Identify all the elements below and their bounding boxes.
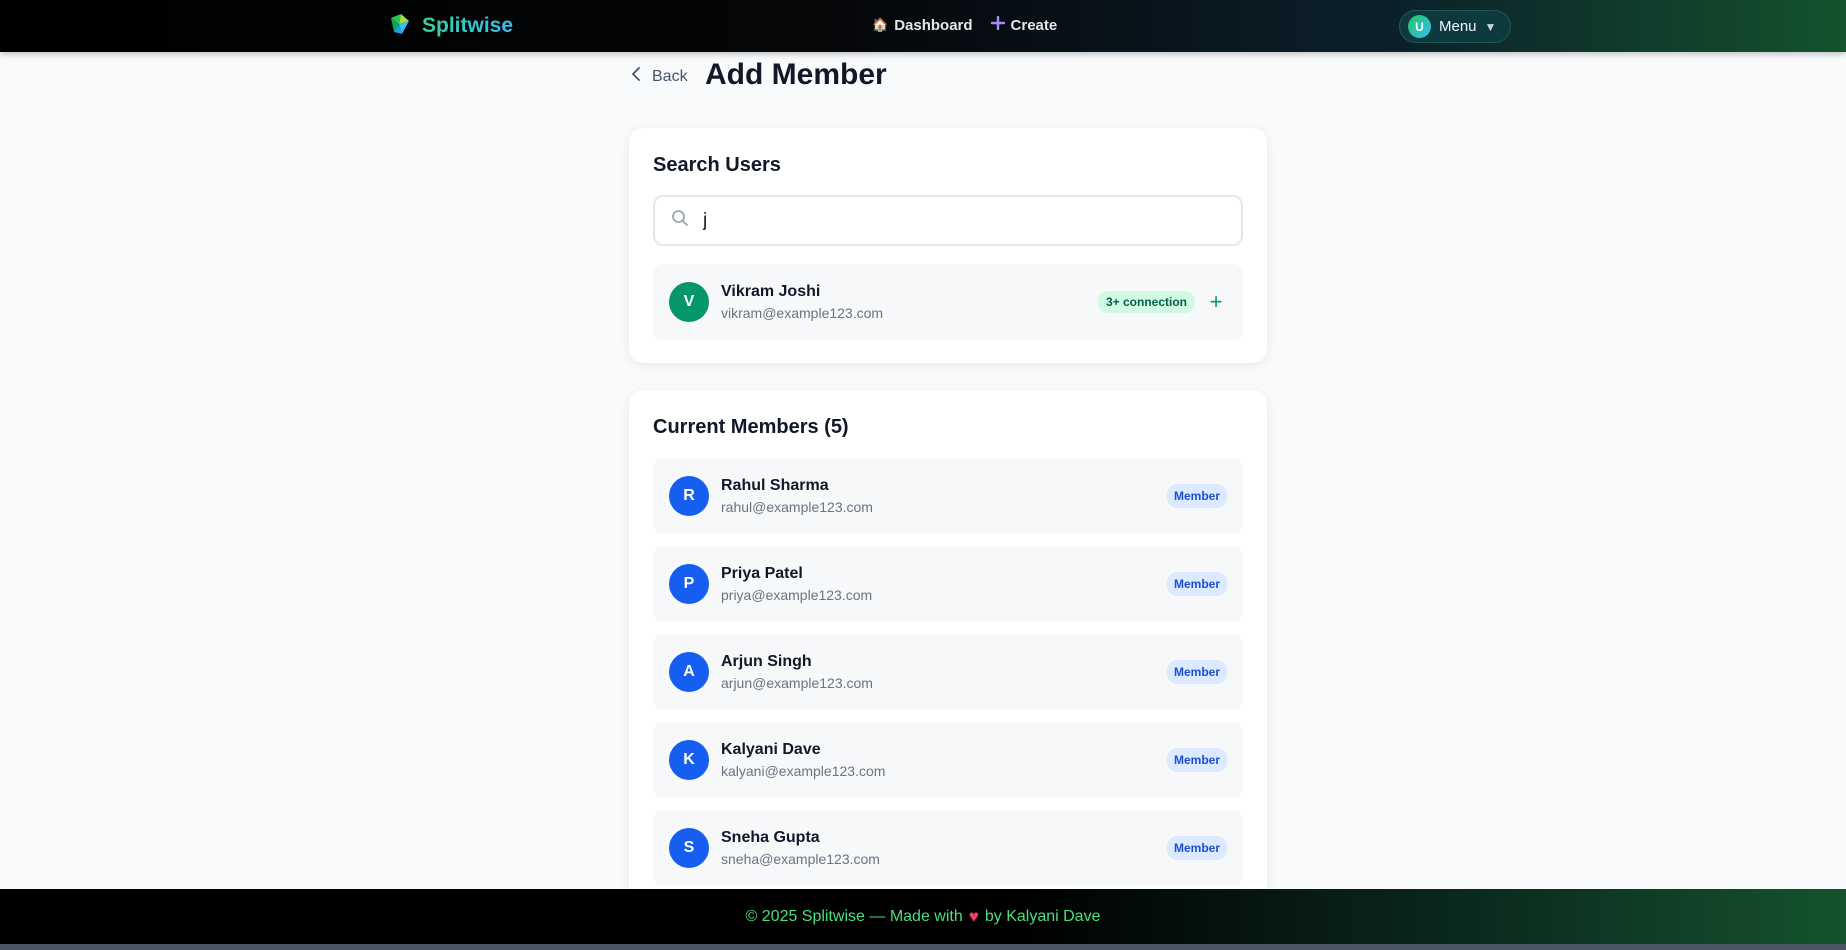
window-bottom-edge <box>0 944 1846 950</box>
avatar: S <box>669 828 709 868</box>
member-row: A Arjun Singh arjun@example123.com Membe… <box>653 634 1243 710</box>
heart-icon: ♥ <box>968 906 979 926</box>
member-role-badge: Member <box>1166 572 1227 596</box>
member-name: Priya Patel <box>721 565 803 582</box>
member-name: Rahul Sharma <box>721 477 829 494</box>
top-navbar: Splitwise 🏠 Dashboard Create U Menu ▼ <box>0 0 1846 52</box>
user-menu-button[interactable]: U Menu ▼ <box>1399 10 1511 43</box>
back-label: Back <box>652 67 688 85</box>
member-row: K Kalyani Dave kalyani@example123.com Me… <box>653 722 1243 798</box>
splitwise-logo-icon <box>388 12 412 41</box>
nav-create-link[interactable]: Create <box>990 15 1058 34</box>
current-members-title: Current Members (5) <box>653 416 849 438</box>
footer: © 2025 Splitwise — Made with ♥ by Kalyan… <box>0 889 1846 944</box>
user-email: vikram@example123.com <box>721 305 884 321</box>
member-email: kalyani@example123.com <box>721 763 886 779</box>
connection-badge: 3+ connection <box>1097 291 1195 313</box>
member-email: sneha@example123.com <box>721 851 880 867</box>
member-email: arjun@example123.com <box>721 675 873 691</box>
member-role-badge: Member <box>1166 660 1227 684</box>
member-row: P Priya Patel priya@example123.com Membe… <box>653 546 1243 622</box>
member-role-badge: Member <box>1166 836 1227 860</box>
member-name: Kalyani Dave <box>721 741 821 758</box>
footer-text-suffix: by Kalyani Dave <box>984 907 1101 925</box>
avatar: P <box>669 564 709 604</box>
plus-icon <box>990 15 1005 34</box>
user-name: Vikram Joshi <box>721 283 821 300</box>
search-users-title: Search Users <box>653 154 781 176</box>
search-icon <box>671 209 689 232</box>
search-field <box>653 195 1243 246</box>
member-name: Sneha Gupta <box>721 829 820 846</box>
nav-create-label: Create <box>1010 16 1058 34</box>
chevron-left-icon <box>630 66 644 87</box>
member-row: S Sneha Gupta sneha@example123.com Membe… <box>653 810 1243 886</box>
member-role-badge: Member <box>1166 748 1227 772</box>
search-input[interactable] <box>703 209 1203 232</box>
page-title: Add Member <box>705 58 887 91</box>
back-button[interactable]: Back <box>630 66 688 87</box>
avatar: V <box>669 282 709 322</box>
caret-down-icon: ▼ <box>1484 19 1497 34</box>
current-members-card: Current Members (5) R Rahul Sharma rahul… <box>629 390 1267 950</box>
member-name: Arjun Singh <box>721 653 812 670</box>
member-email: priya@example123.com <box>721 587 873 603</box>
member-row: R Rahul Sharma rahul@example123.com Memb… <box>653 458 1243 534</box>
search-result-row: V Vikram Joshi vikram@example123.com 3+ … <box>653 264 1243 340</box>
search-users-card: Search Users V Vikram Joshi vikram@examp… <box>629 128 1267 363</box>
member-role-badge: Member <box>1166 484 1227 508</box>
avatar: A <box>669 652 709 692</box>
add-member-button[interactable]: + <box>1205 291 1227 313</box>
user-avatar: U <box>1408 15 1431 38</box>
nav-dashboard-link[interactable]: 🏠 Dashboard <box>872 17 973 34</box>
house-icon: 🏠 <box>872 17 889 32</box>
avatar: R <box>669 476 709 516</box>
brand-name: Splitwise <box>422 14 514 37</box>
brand-logo-link[interactable]: Splitwise <box>388 12 514 41</box>
member-email: rahul@example123.com <box>721 499 873 515</box>
menu-label: Menu <box>1439 18 1477 35</box>
nav-links: 🏠 Dashboard Create <box>872 15 1058 34</box>
footer-text-prefix: © 2025 Splitwise — Made with <box>745 907 963 925</box>
nav-dashboard-label: Dashboard <box>894 16 973 34</box>
avatar: K <box>669 740 709 780</box>
